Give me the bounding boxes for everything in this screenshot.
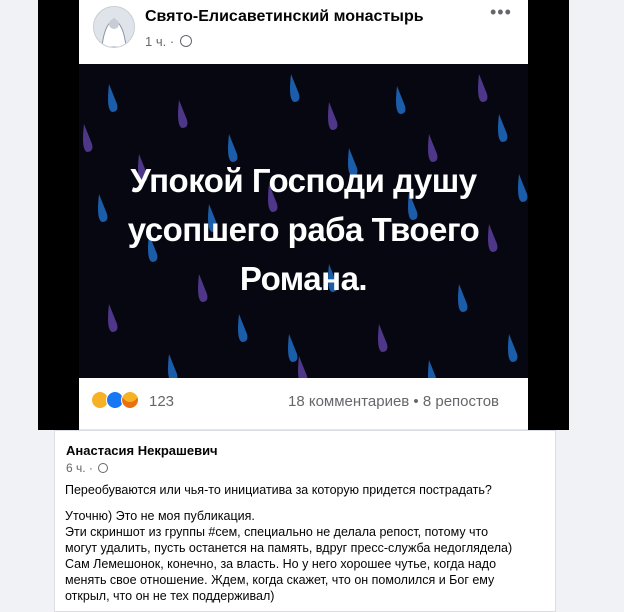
rain-drop [328,102,338,130]
rain-drop [396,86,406,114]
comment-text-line: Уточню) Это не моя публикация. [65,509,255,523]
globe-icon [98,463,109,473]
page-name-link[interactable]: Свято-Елисаветинский монастырь [145,8,424,26]
reaction-count[interactable]: 123 [149,393,174,410]
post-image-text: Упокой Господи душу усопшего раба Твоего… [79,156,528,303]
post-image[interactable]: Упокой Господи душу усопшего раба Твоего… [79,64,528,378]
care-emoji-icon[interactable] [121,391,139,409]
rain-drop [168,354,178,378]
rain-drop [178,100,188,128]
page-avatar[interactable] [93,6,135,48]
post-card: Свято-Елисаветинский монастырь 1 ч. · ••… [79,0,528,430]
comment-text-line: могут удалить, пусть останется на память… [65,541,513,555]
rain-drop [298,356,308,378]
image-text-line: Упокой Господи душу [130,162,477,199]
comment-text-line: Эти скриншот из группы #сем, специально … [65,525,489,539]
avatar-icon [94,7,134,47]
rain-drop [290,74,300,102]
image-text-line: Романа. [239,260,368,297]
comment-text-line: открыл, что он не тех поддерживал) [65,589,275,603]
comment-card: Анастасия Некрашевич 6 ч. · Переобуваютс… [54,430,556,612]
post-header: Свято-Елисаветинский монастырь 1 ч. · ••… [79,0,528,64]
globe-icon [179,35,192,47]
rain-drop [378,324,388,352]
rain-drop [498,114,508,142]
comment-text-line: менять свое отношение. Ждем, когда скаже… [65,573,495,587]
comment-time-text: 6 ч. · [66,461,93,475]
comment-text-line: Сам Лемешонок, конечно, за власть. Но у … [65,557,497,571]
image-text-line: усопшего раба Твоего [127,211,480,248]
post-timestamp[interactable]: 1 ч. · [145,34,192,49]
comment-text-line: Переобуваются или чья-то инициатива за к… [65,483,492,497]
comment-timestamp[interactable]: 6 ч. · [66,461,109,475]
rain-drop [108,84,118,112]
rain-drop [478,74,488,102]
rain-drop [238,314,248,342]
reactions-bar: 123 18 комментариев • 8 репостов [79,378,528,430]
rain-drop [428,360,437,378]
rain-drop [83,124,93,152]
comment-author[interactable]: Анастасия Некрашевич [66,443,218,458]
post-time-text: 1 ч. · [145,34,175,49]
rain-drop [288,334,298,362]
comments-shares-count[interactable]: 18 комментариев • 8 репостов [288,393,499,410]
rain-drop [508,334,518,362]
more-icon[interactable]: ••• [490,2,512,23]
rain-drop [108,304,118,332]
